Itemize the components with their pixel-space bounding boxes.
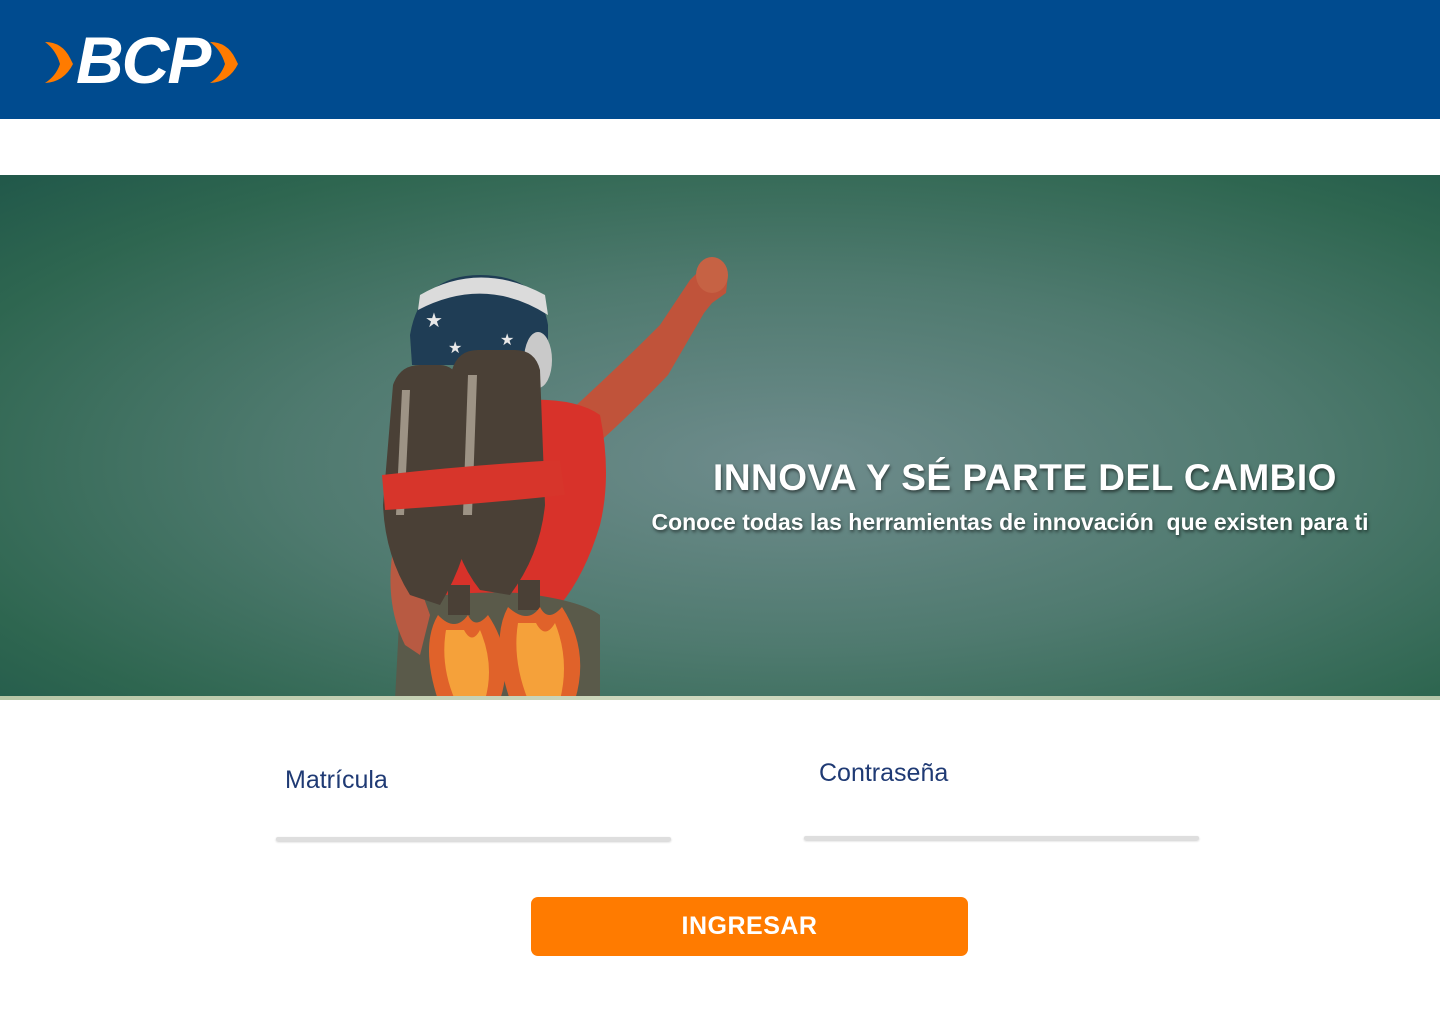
top-header: BCP bbox=[0, 0, 1440, 119]
hero-subtitle: Conoce todas las herramientas de innovac… bbox=[651, 509, 1369, 535]
bcp-logo[interactable]: BCP bbox=[42, 23, 247, 97]
username-underline bbox=[276, 837, 671, 841]
login-submit-button[interactable]: INGRESAR bbox=[531, 897, 968, 956]
hero-divider bbox=[0, 696, 1440, 700]
hero-title: INNOVA Y SÉ PARTE DEL CAMBIO bbox=[713, 457, 1337, 498]
hero-text-block: INNOVA Y SÉ PARTE DEL CAMBIO Conoce toda… bbox=[560, 457, 1440, 536]
svg-text:★: ★ bbox=[425, 308, 443, 332]
username-input[interactable] bbox=[276, 805, 671, 831]
hero-jetpack-kid-image: ★ ★ ★ bbox=[382, 257, 728, 700]
hero-banner: ★ ★ ★ INNOVA Y SÉ PARTE DEL CAMBIO Conoc… bbox=[0, 175, 1440, 700]
username-label: Matrícula bbox=[285, 766, 388, 794]
password-underline bbox=[804, 836, 1199, 840]
svg-text:★: ★ bbox=[448, 338, 462, 357]
password-label: Contraseña bbox=[819, 759, 949, 787]
svg-text:★: ★ bbox=[500, 330, 514, 349]
logo-chevron-right-icon bbox=[210, 42, 239, 83]
logo-text: BCP bbox=[76, 23, 211, 97]
password-input[interactable] bbox=[804, 805, 1199, 831]
